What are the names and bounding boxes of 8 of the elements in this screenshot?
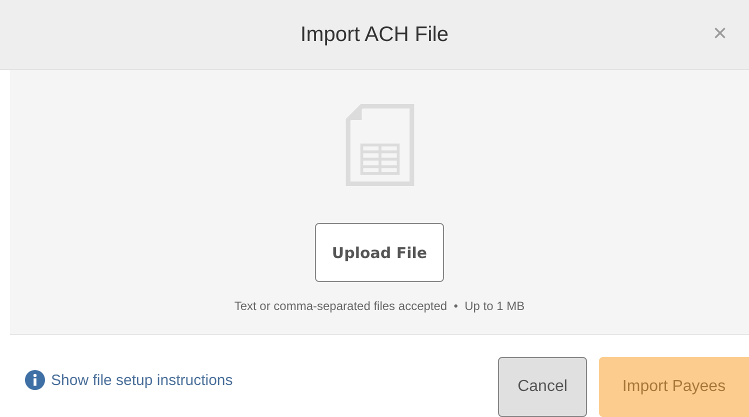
setup-instructions-link[interactable]: Show file setup instructions <box>25 370 233 390</box>
spreadsheet-file-icon <box>344 104 414 186</box>
link-text[interactable]: Show file setup instructions <box>51 372 233 388</box>
upload-file-button[interactable]: Upload File <box>315 223 444 282</box>
file-requirements-text: Text or comma-separated files accepted • Up to 1 MB <box>234 299 525 314</box>
dialog-title: Import ACH File <box>300 22 449 47</box>
cancel-button[interactable]: Cancel <box>498 357 587 417</box>
info-icon <box>25 370 45 390</box>
